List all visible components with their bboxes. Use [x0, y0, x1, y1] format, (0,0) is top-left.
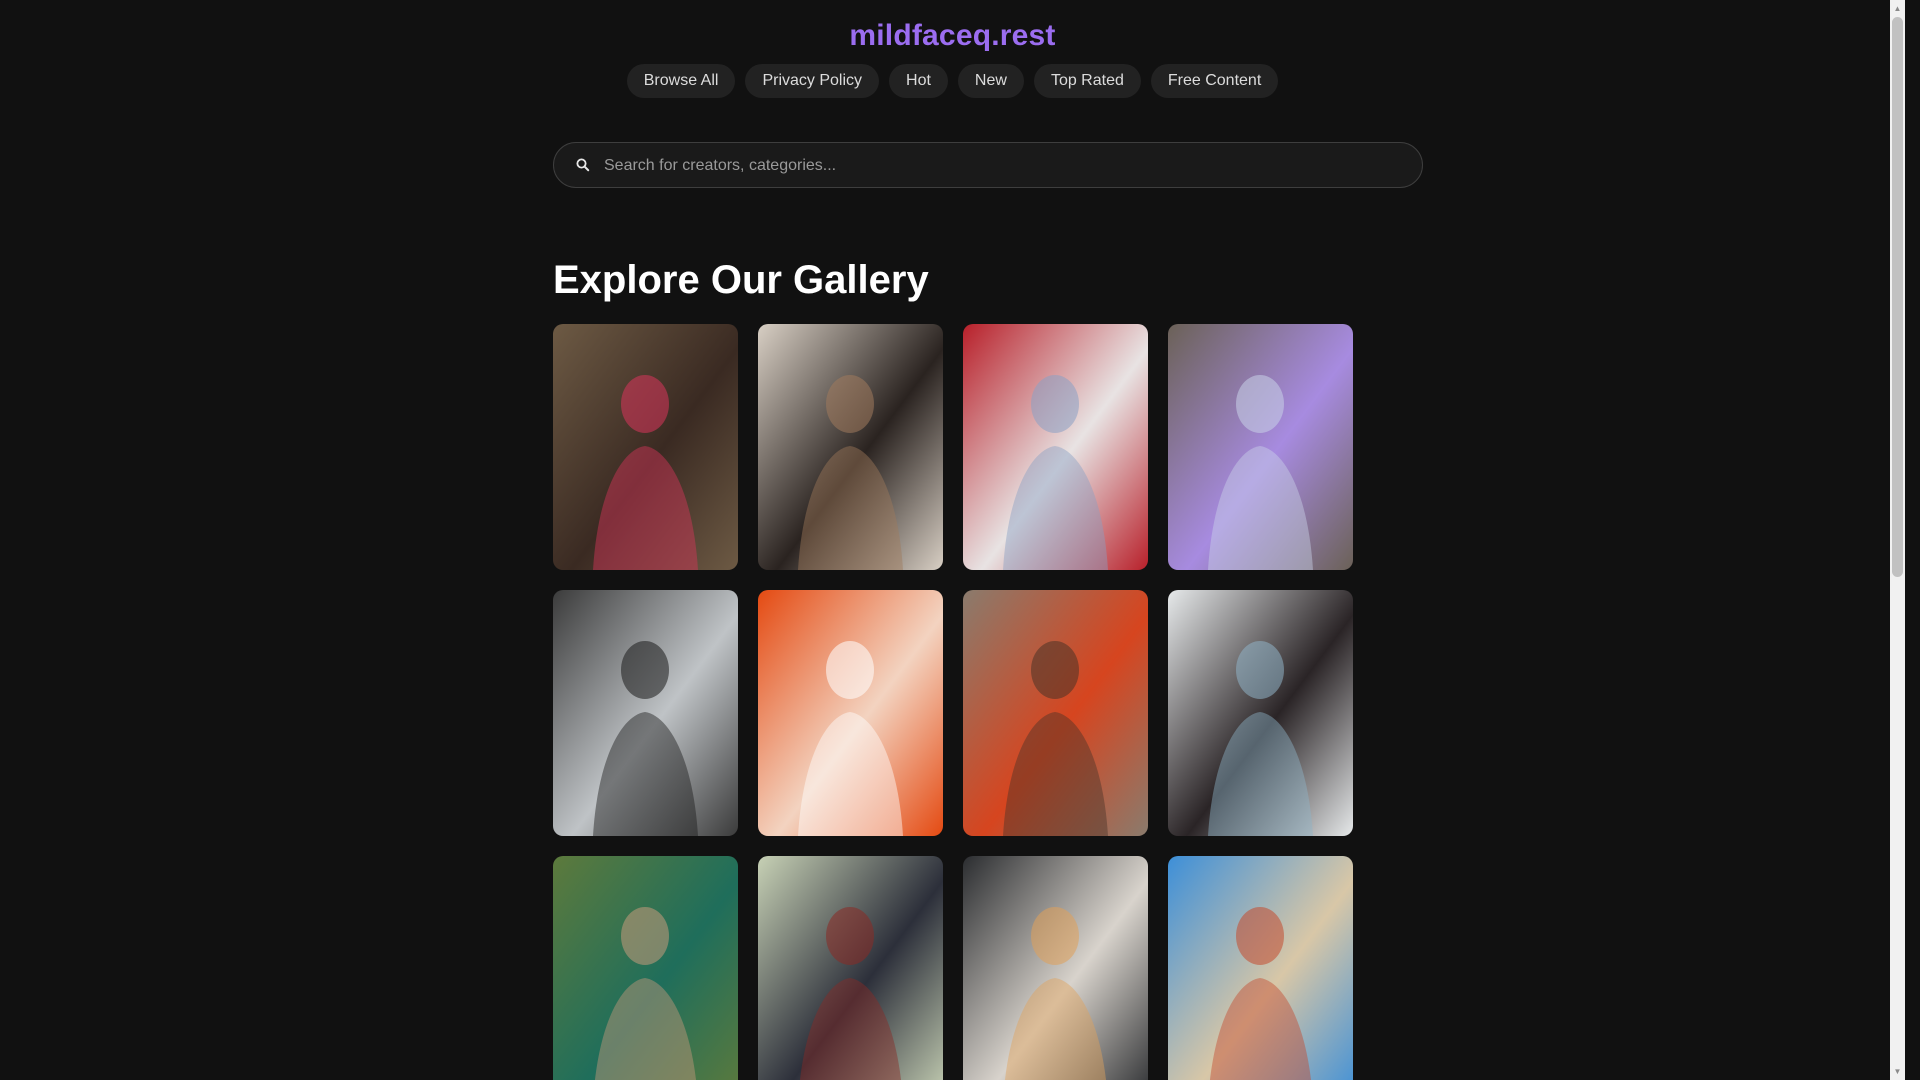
scroll-up-arrow-icon[interactable]: ▲	[1890, 0, 1905, 17]
photo-thumbnail	[758, 590, 943, 836]
search-input[interactable]	[602, 143, 1406, 189]
photo-thumbnail	[553, 324, 738, 570]
photo-thumbnail	[553, 856, 738, 1080]
nav-new[interactable]: New	[957, 64, 1024, 98]
gallery-grid	[553, 324, 1373, 1080]
photo-thumbnail	[1168, 590, 1353, 836]
nav-hot[interactable]: Hot	[889, 64, 948, 98]
gallery-tile[interactable]	[1168, 856, 1353, 1080]
photo-thumbnail	[1168, 856, 1353, 1080]
photo-thumbnail	[963, 590, 1148, 836]
gallery-tile[interactable]	[758, 856, 943, 1080]
gallery-tile[interactable]	[1168, 590, 1353, 836]
photo-thumbnail	[758, 856, 943, 1080]
site-header: mildfaceq.rest Browse All Privacy Policy…	[0, 0, 1905, 98]
gallery-tile[interactable]	[758, 590, 943, 836]
nav-free-content[interactable]: Free Content	[1150, 64, 1279, 98]
vertical-scrollbar[interactable]: ▲ ▼	[1890, 0, 1905, 1080]
main-nav: Browse All Privacy Policy Hot New Top Ra…	[0, 64, 1905, 98]
photo-thumbnail	[963, 856, 1148, 1080]
search-icon	[576, 158, 590, 172]
gallery-tile[interactable]	[1168, 324, 1353, 570]
gallery-tile[interactable]	[553, 856, 738, 1080]
nav-privacy-policy[interactable]: Privacy Policy	[745, 64, 880, 98]
gallery-tile[interactable]	[963, 590, 1148, 836]
nav-top-rated[interactable]: Top Rated	[1033, 64, 1141, 98]
gallery-tile[interactable]	[553, 324, 738, 570]
photo-thumbnail	[963, 324, 1148, 570]
photo-thumbnail	[1168, 324, 1353, 570]
scroll-down-arrow-icon[interactable]: ▼	[1890, 1063, 1905, 1080]
gallery-tile[interactable]	[758, 324, 943, 570]
search-bar[interactable]	[553, 142, 1423, 189]
gallery-tile[interactable]	[963, 856, 1148, 1080]
photo-thumbnail	[758, 324, 943, 570]
photo-thumbnail	[553, 590, 738, 836]
gallery-title: Explore Our Gallery	[553, 258, 929, 302]
site-title-link[interactable]: mildfaceq.rest	[849, 18, 1055, 54]
nav-browse-all[interactable]: Browse All	[626, 64, 736, 98]
page: mildfaceq.rest Browse All Privacy Policy…	[0, 0, 1905, 1080]
scrollbar-thumb[interactable]	[1892, 17, 1903, 577]
gallery-tile[interactable]	[553, 590, 738, 836]
gallery-tile[interactable]	[963, 324, 1148, 570]
